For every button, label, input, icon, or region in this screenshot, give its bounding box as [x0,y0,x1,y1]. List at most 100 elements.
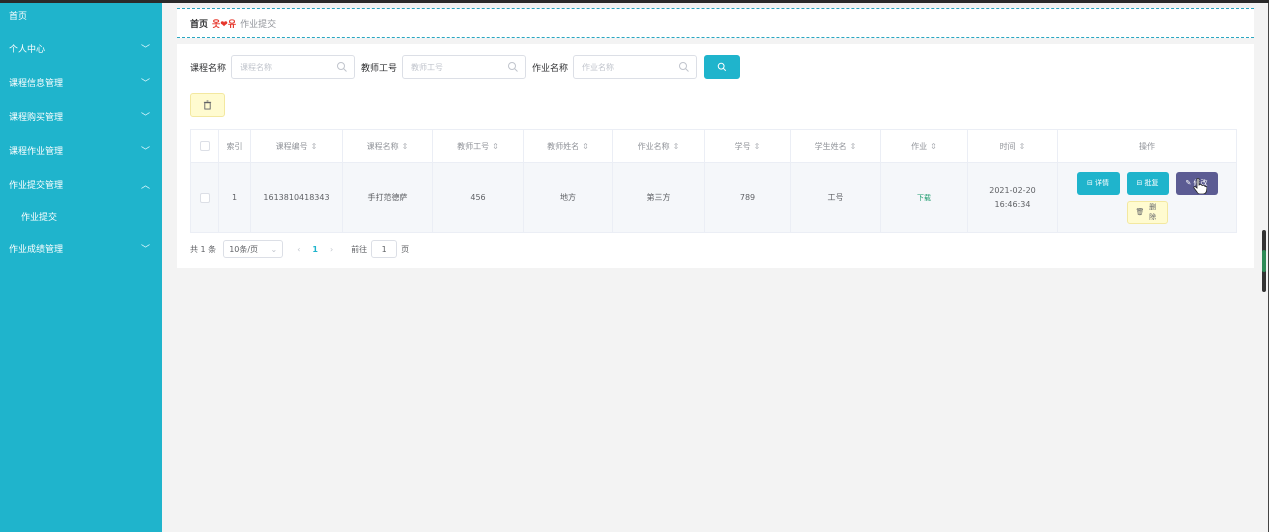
page-scrollbar[interactable] [1262,230,1266,292]
cell-index: 1 [218,162,251,233]
content-panel: 课程名称 教师工号 作业名称 [177,44,1254,268]
sidebar-item-homework-submit[interactable]: 作业提交 [0,201,162,231]
sidebar-menu-label: 课程作业管理 [9,146,64,157]
sort-icon[interactable]: ⇕ [1019,142,1026,151]
row-checkbox[interactable] [199,192,210,203]
teacher-no-label: 教师工号 [361,63,398,74]
pagination-total: 共 1 条 [190,244,217,254]
table-header-row: 索引 课程编号 ⇕ 课程名称 ⇕ 教师工号 ⇕ 教师姓名 ⇕ 作业名称 ⇕ 学号 ⇕ 学生姓… [190,129,1237,163]
sidebar-menu-label: 作业成绩管理 [9,244,64,255]
sort-icon[interactable]: ⇕ [930,142,937,151]
pagination: 共 1 条 10条/页 ⌄ ‹ 1 › 前往 页 [190,240,409,258]
course-name-field[interactable] [231,55,356,79]
sidebar-menu-course-homework[interactable]: 课程作业管理 ﹀ [0,133,162,167]
download-link[interactable]: 下载 [917,194,931,202]
sort-icon[interactable]: ⇕ [311,142,318,151]
sidebar-menu-label: 课程购买管理 [9,112,64,123]
breadcrumb-current: 作业提交 [240,19,277,30]
column-header-time[interactable]: 时间 ⇕ [967,129,1058,163]
chevron-down-icon: ﹀ [140,78,150,89]
sidebar-menu-course-info[interactable]: 课程信息管理 ﹀ [0,65,162,99]
goto-label: 前往 [351,244,368,254]
course-name-label: 课程名称 [190,63,227,74]
row-select-cell[interactable] [190,162,219,233]
row-actions: ⊟ 详情 ⊟ 批复 ✎ 修改 🗑 删除 [1058,171,1236,224]
reply-button[interactable]: ⊟ 批复 [1126,171,1169,195]
trash-icon: 🗑 [1135,208,1147,216]
column-header-homework-name[interactable]: 作业名称 ⇕ [612,129,705,163]
teacher-no-field[interactable] [402,55,527,79]
column-header-student-no[interactable]: 学号 ⇕ [704,129,791,163]
breadcrumb-separator: 옷❤유 [212,19,237,30]
cell-student-no: 789 [704,162,791,233]
prev-page-icon[interactable]: ‹ [297,245,300,254]
column-header-teacher-no[interactable]: 教师工号 ⇕ [432,129,524,163]
document-icon: ⊟ [1136,179,1145,187]
sidebar-menu-personal-center[interactable]: 个人中心 ﹀ [0,31,162,65]
chevron-down-icon: ⌄ [270,244,278,254]
page-size-value: 10条/页 [229,244,259,254]
homework-name-field[interactable] [573,55,698,79]
sidebar-menu-label: 作业提交管理 [9,180,64,191]
sort-icon[interactable]: ⇕ [754,142,761,151]
goto-page-input[interactable] [371,240,398,258]
cell-homework: 下载 [880,162,968,233]
homework-name-label: 作业名称 [532,63,569,74]
table-row: 1 1613810418343 手打范德萨 456 地方 第三方 789 工号 … [190,162,1237,233]
cell-homework-name: 第三方 [612,162,705,233]
column-header-index: 索引 [218,129,251,163]
cell-student-name: 工号 [790,162,881,233]
search-icon [337,62,347,72]
cell-time: 2021-02-20 16:46:34 [967,162,1058,233]
detail-button[interactable]: ⊟ 详情 [1076,171,1120,195]
column-header-homework[interactable]: 作业 ⇕ [880,129,968,163]
goto-suffix: 页 [401,244,410,254]
breadcrumb-home[interactable]: 首页 [190,17,208,30]
scrollbar-thumb[interactable] [1262,250,1266,272]
chevron-down-icon: ﹀ [140,146,150,157]
window-top-bar [0,0,1269,3]
chevron-down-icon: ﹀ [140,244,150,255]
delete-button[interactable]: 🗑 删除 [1126,200,1168,224]
cell-course-no: 1613810418343 [250,162,343,233]
column-header-teacher-name[interactable]: 教师姓名 ⇕ [523,129,613,163]
next-page-icon[interactable]: › [330,245,333,254]
column-header-course-no[interactable]: 课程编号 ⇕ [250,129,343,163]
sidebar-menu-course-purchase[interactable]: 课程购买管理 ﹀ [0,99,162,133]
page-size-select[interactable]: 10条/页 ⌄ [223,240,284,258]
cell-teacher-no: 456 [432,162,524,233]
sort-icon[interactable]: ⇕ [492,142,499,151]
detail-icon: ⊟ [1086,179,1096,187]
sort-icon[interactable]: ⇕ [402,142,409,151]
search-form: 课程名称 教师工号 作业名称 [190,55,741,79]
chevron-down-icon: ﹀ [140,112,150,123]
batch-delete-button[interactable] [190,93,225,117]
search-icon [717,62,727,72]
search-icon [679,62,689,72]
chevron-down-icon: ﹀ [140,44,150,55]
sort-icon[interactable]: ⇕ [582,142,589,151]
select-all-checkbox[interactable] [199,141,210,151]
edit-button[interactable]: ✎ 修改 [1175,171,1218,195]
sidebar-menu-label: 课程信息管理 [9,78,64,89]
chevron-up-icon: ︿ [140,180,150,191]
search-icon [508,62,518,72]
app-root: 首页 个人中心 ﹀ 课程信息管理 ﹀ 课程购买管理 ﹀ 课程作业管理 ﹀ 作业提… [0,0,1269,532]
sidebar-menu-homework-grades[interactable]: 作业成绩管理 ﹀ [0,231,162,265]
sort-icon[interactable]: ⇕ [673,142,680,151]
cell-actions: ⊟ 详情 ⊟ 批复 ✎ 修改 🗑 删除 [1057,162,1237,233]
sidebar: 首页 个人中心 ﹀ 课程信息管理 ﹀ 课程购买管理 ﹀ 课程作业管理 ﹀ 作业提… [0,3,162,532]
cell-course-name: 手打范德萨 [342,162,433,233]
column-header-course-name[interactable]: 课程名称 ⇕ [342,129,433,163]
page-number-current[interactable]: 1 [312,245,318,254]
sidebar-item-home[interactable]: 首页 [0,3,162,31]
column-header-student-name[interactable]: 学生姓名 ⇕ [790,129,881,163]
sidebar-menu-homework-submission[interactable]: 作业提交管理 ︿ [0,167,162,201]
search-button[interactable] [704,55,741,79]
sort-icon[interactable]: ⇕ [850,142,857,151]
column-header-actions: 操作 [1057,129,1237,163]
select-all-header[interactable] [190,129,219,163]
breadcrumb: 首页 옷❤유 作业提交 [177,8,1254,38]
cell-teacher-name: 地方 [523,162,613,233]
hand-cursor-icon [1192,177,1207,194]
